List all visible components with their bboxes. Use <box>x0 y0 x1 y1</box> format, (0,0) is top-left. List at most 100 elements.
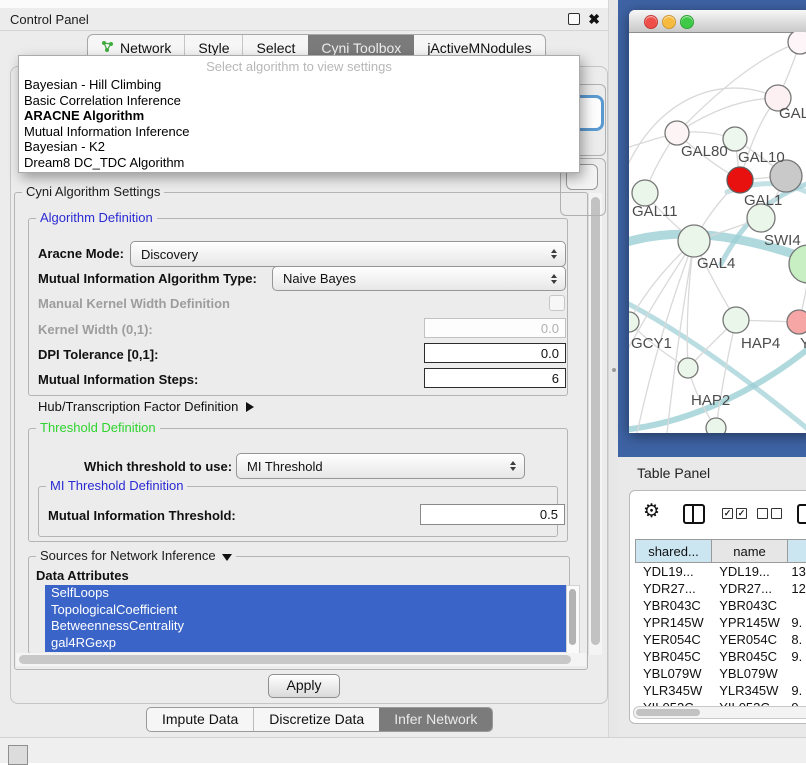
mi-threshold-field[interactable]: 0.5 <box>420 504 565 525</box>
dropdown-item[interactable]: Bayesian - K2 <box>19 139 579 155</box>
partial-toolbar-icon[interactable] <box>797 504 806 524</box>
which-threshold-select[interactable]: MI Threshold <box>236 453 525 479</box>
table-row[interactable]: YBL079WYBL079W <box>635 665 806 682</box>
table-row[interactable]: YER054CYER054C8. <box>635 631 806 648</box>
settings-vertical-scrollbar[interactable] <box>588 193 602 655</box>
label-gal1: GAL1 <box>744 192 782 209</box>
node-gal1-selected[interactable] <box>727 167 753 193</box>
panel-title: Control Panel <box>10 12 89 27</box>
label-gal11: GAL11 <box>632 203 678 220</box>
aracne-mode-select[interactable]: Discovery <box>130 241 566 267</box>
dpi-tolerance-field[interactable]: 0.0 <box>424 343 566 363</box>
kernel-width-field[interactable]: 0.0 <box>424 318 566 338</box>
node-partial-top[interactable] <box>788 32 806 54</box>
table-panel-title: Table Panel <box>637 465 710 481</box>
node-gal4[interactable] <box>678 225 710 257</box>
table-row[interactable]: YDL19...YDL19...13 <box>635 563 806 580</box>
tab-discretize-data[interactable]: Discretize Data <box>253 708 379 731</box>
algorithm-definition-legend: Algorithm Definition <box>36 210 157 225</box>
unchecked-columns-icon[interactable] <box>757 508 782 519</box>
mi-steps-label: Mutual Information Steps: <box>38 372 198 387</box>
table-row[interactable]: YBR043CYBR043C <box>635 597 806 614</box>
table-row[interactable]: YIL052CYIL052C9 <box>635 699 806 706</box>
dropdown-item[interactable]: Bayesian - Hill Climbing <box>19 77 579 93</box>
manual-kernel-label: Manual Kernel Width Definition <box>38 296 230 311</box>
label-hap4: HAP4 <box>741 335 780 352</box>
dropdown-item-selected[interactable]: ARACNE Algorithm <box>19 108 579 124</box>
control-panel-titlebar: Control Panel ✖ <box>0 8 608 31</box>
node-salmon[interactable] <box>787 310 806 334</box>
data-attributes-label: Data Attributes <box>36 568 129 583</box>
tab-infer-network[interactable]: Infer Network <box>379 708 492 731</box>
label-hap2: HAP2 <box>691 392 730 409</box>
attribute-item[interactable]: BetweennessCentrality <box>45 618 566 635</box>
label-gal10: GAL10 <box>738 149 785 166</box>
node-labels: GAL GAL80 GAL10 GAL1 GAL11 SWI4 GAL4 GCY… <box>631 105 806 409</box>
threshold-definition-legend: Threshold Definition <box>36 420 160 435</box>
splitter-grip <box>612 368 616 372</box>
table-panel: ⚙ ✓✓ shared... name YDL19...YDL19...13 Y… <box>629 490 806 724</box>
table-header-row: shared... name <box>635 539 806 563</box>
close-window-icon[interactable] <box>644 15 658 29</box>
label-gal4: GAL4 <box>697 255 735 272</box>
network-icon <box>101 40 114 56</box>
node-gcy1[interactable] <box>629 312 639 332</box>
dropdown-prompt: Select algorithm to view settings <box>19 56 579 77</box>
attribute-item[interactable]: SelfLoops <box>45 585 566 602</box>
node-hap2[interactable] <box>678 358 698 378</box>
node-hap4[interactable] <box>723 307 749 333</box>
network-window-titlebar[interactable] <box>629 10 806 33</box>
label-partial-right: Y <box>800 335 806 352</box>
table-row[interactable]: YPR145WYPR145W9. <box>635 614 806 631</box>
table-row[interactable]: YDR27...YDR27...12 <box>635 580 806 597</box>
gear-icon[interactable]: ⚙ <box>643 502 660 521</box>
settings-horizontal-scrollbar[interactable] <box>16 653 586 666</box>
network-window[interactable]: GAL GAL80 GAL10 GAL1 GAL11 SWI4 GAL4 GCY… <box>629 10 806 433</box>
aracne-mode-label: Aracne Mode: <box>38 246 124 261</box>
dropdown-item[interactable]: Basic Correlation Inference <box>19 93 579 109</box>
mi-type-select[interactable]: Naive Bayes <box>272 266 566 291</box>
algorithm-dropdown: Select algorithm to view settings Bayesi… <box>18 55 580 173</box>
label-partial-top: GAL <box>779 105 806 122</box>
attribute-item[interactable]: TopologicalCoefficient <box>45 602 566 619</box>
float-panel-icon[interactable] <box>568 13 580 25</box>
dropdown-item[interactable]: Dream8 DC_TDC Algorithm <box>19 155 579 171</box>
dropdown-item[interactable]: Mutual Information Inference <box>19 124 579 140</box>
table-horizontal-scrollbar[interactable] <box>633 706 806 719</box>
tab-impute-data[interactable]: Impute Data <box>147 708 253 731</box>
table-row[interactable]: YLR345WYLR345W9. <box>635 682 806 699</box>
network-graph[interactable]: GAL GAL80 GAL10 GAL1 GAL11 SWI4 GAL4 GCY… <box>629 32 806 433</box>
zoom-window-icon[interactable] <box>680 15 694 29</box>
network-canvas[interactable]: GAL GAL80 GAL10 GAL1 GAL11 SWI4 GAL4 GCY… <box>629 32 806 433</box>
mi-steps-field[interactable]: 6 <box>424 368 566 388</box>
close-panel-icon[interactable]: ✖ <box>588 13 600 25</box>
manual-kernel-checkbox[interactable] <box>549 295 565 311</box>
node-bottom[interactable] <box>706 418 726 433</box>
minimized-panel-icon[interactable] <box>8 745 28 765</box>
expanded-arrow-icon <box>222 554 232 561</box>
mi-threshold-legend: MI Threshold Definition <box>46 478 187 493</box>
checked-columns-icon[interactable]: ✓✓ <box>722 508 747 519</box>
collapsed-arrow-icon <box>246 402 254 412</box>
attributes-scrollbar[interactable] <box>566 585 580 654</box>
column-header-name[interactable]: name <box>712 539 788 563</box>
split-columns-icon[interactable] <box>683 504 705 524</box>
data-attributes-list[interactable]: SelfLoops TopologicalCoefficient Between… <box>45 585 566 652</box>
spinner-arrows-icon <box>510 461 516 471</box>
hub-definition-toggle[interactable]: Hub/Transcription Factor Definition <box>38 399 254 414</box>
column-header-shared[interactable]: shared... <box>635 539 712 563</box>
which-threshold-label: Which threshold to use: <box>84 459 232 474</box>
minimize-window-icon[interactable] <box>662 15 676 29</box>
sources-legend[interactable]: Sources for Network Inference <box>36 548 236 563</box>
spinner-arrows-icon <box>551 249 557 259</box>
table-row[interactable]: YBR045CYBR045C9. <box>635 648 806 665</box>
dpi-tolerance-label: DPI Tolerance [0,1]: <box>38 347 158 362</box>
apply-button[interactable]: Apply <box>268 674 340 698</box>
column-header-partial[interactable] <box>788 539 806 563</box>
cyni-settings-legend: Cyni Algorithm Settings <box>22 184 164 199</box>
spinner-arrows-icon <box>551 274 557 284</box>
node-gal80[interactable] <box>665 121 689 145</box>
tab-network-label: Network <box>120 40 171 56</box>
attribute-item[interactable]: gal4RGexp <box>45 635 566 652</box>
mi-type-label: Mutual Information Algorithm Type: <box>38 271 257 286</box>
